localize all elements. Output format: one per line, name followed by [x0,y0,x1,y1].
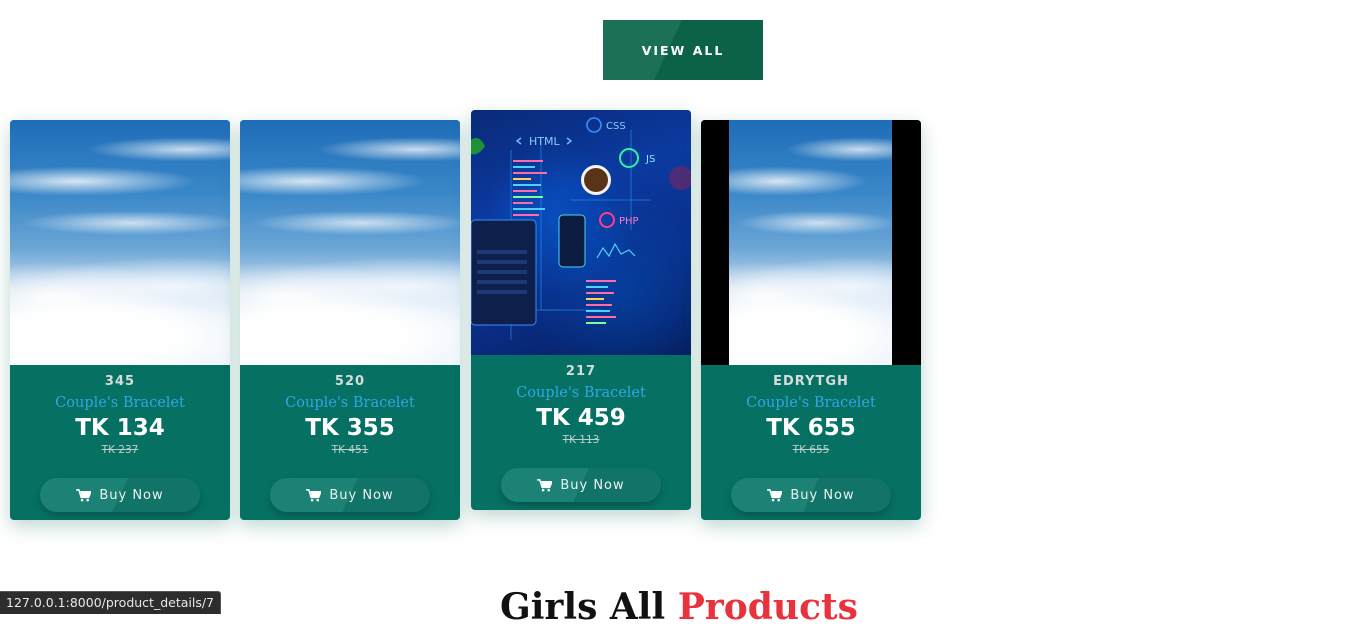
product-code: 345 [104,374,136,389]
section-title-accent: Products [677,586,858,628]
product-image[interactable] [701,120,921,365]
product-image[interactable] [10,120,230,365]
product-price: TK 355 [305,415,395,441]
product-card[interactable]: 520 Couple's Bracelet TK 355 TK 451 Buy … [240,120,460,520]
buy-now-button[interactable]: Buy Now [40,478,200,512]
product-price: TK 655 [766,415,856,441]
css-label: CSS [606,121,626,132]
status-bar-url: 127.0.0.1:8000/product_details/7 [0,591,222,614]
php-label: PHP [619,216,639,227]
buy-now-label: Buy Now [560,477,625,493]
buy-now-label: Buy Now [790,487,855,503]
cart-icon [306,488,322,501]
product-name[interactable]: Couple's Bracelet [10,395,230,411]
product-old-price: TK 655 [792,444,830,456]
sky-photo [729,120,892,365]
buy-now-label: Buy Now [99,487,164,503]
product-name[interactable]: Couple's Bracelet [701,395,921,411]
js-label: JS [645,154,655,165]
product-old-price: TK 451 [331,444,369,456]
cart-icon [537,478,553,491]
view-all-button[interactable]: VIEW ALL [603,20,763,80]
section-title-main: Girls All [500,586,678,628]
html-label: HTML [529,135,560,148]
product-name[interactable]: Couple's Bracelet [240,395,460,411]
web-dev-illustration: HTML CSS JS PHP [471,117,691,340]
product-image[interactable]: HTML CSS JS PHP [471,110,691,355]
product-code: 520 [334,374,366,389]
buy-now-label: Buy Now [329,487,394,503]
product-price: TK 459 [536,405,626,431]
product-card[interactable]: EDRYTGH Couple's Bracelet TK 655 TK 655 … [701,120,921,520]
product-code: EDRYTGH [773,374,849,389]
product-card[interactable]: 345 Couple's Bracelet TK 134 TK 237 Buy … [10,120,230,520]
buy-now-button[interactable]: Buy Now [270,478,430,512]
product-code: 217 [565,364,597,379]
buy-now-button[interactable]: Buy Now [731,478,891,512]
product-image[interactable] [240,120,460,365]
product-price: TK 134 [75,415,165,441]
cart-icon [767,488,783,501]
product-old-price: TK 113 [562,434,600,446]
product-old-price: TK 237 [101,444,139,456]
product-name[interactable]: Couple's Bracelet [471,385,691,401]
product-card[interactable]: HTML CSS JS PHP 217 Couple's Bracelet TK… [471,110,691,510]
cart-icon [76,488,92,501]
buy-now-button[interactable]: Buy Now [501,468,661,502]
section-title: Girls All Products [500,586,858,628]
